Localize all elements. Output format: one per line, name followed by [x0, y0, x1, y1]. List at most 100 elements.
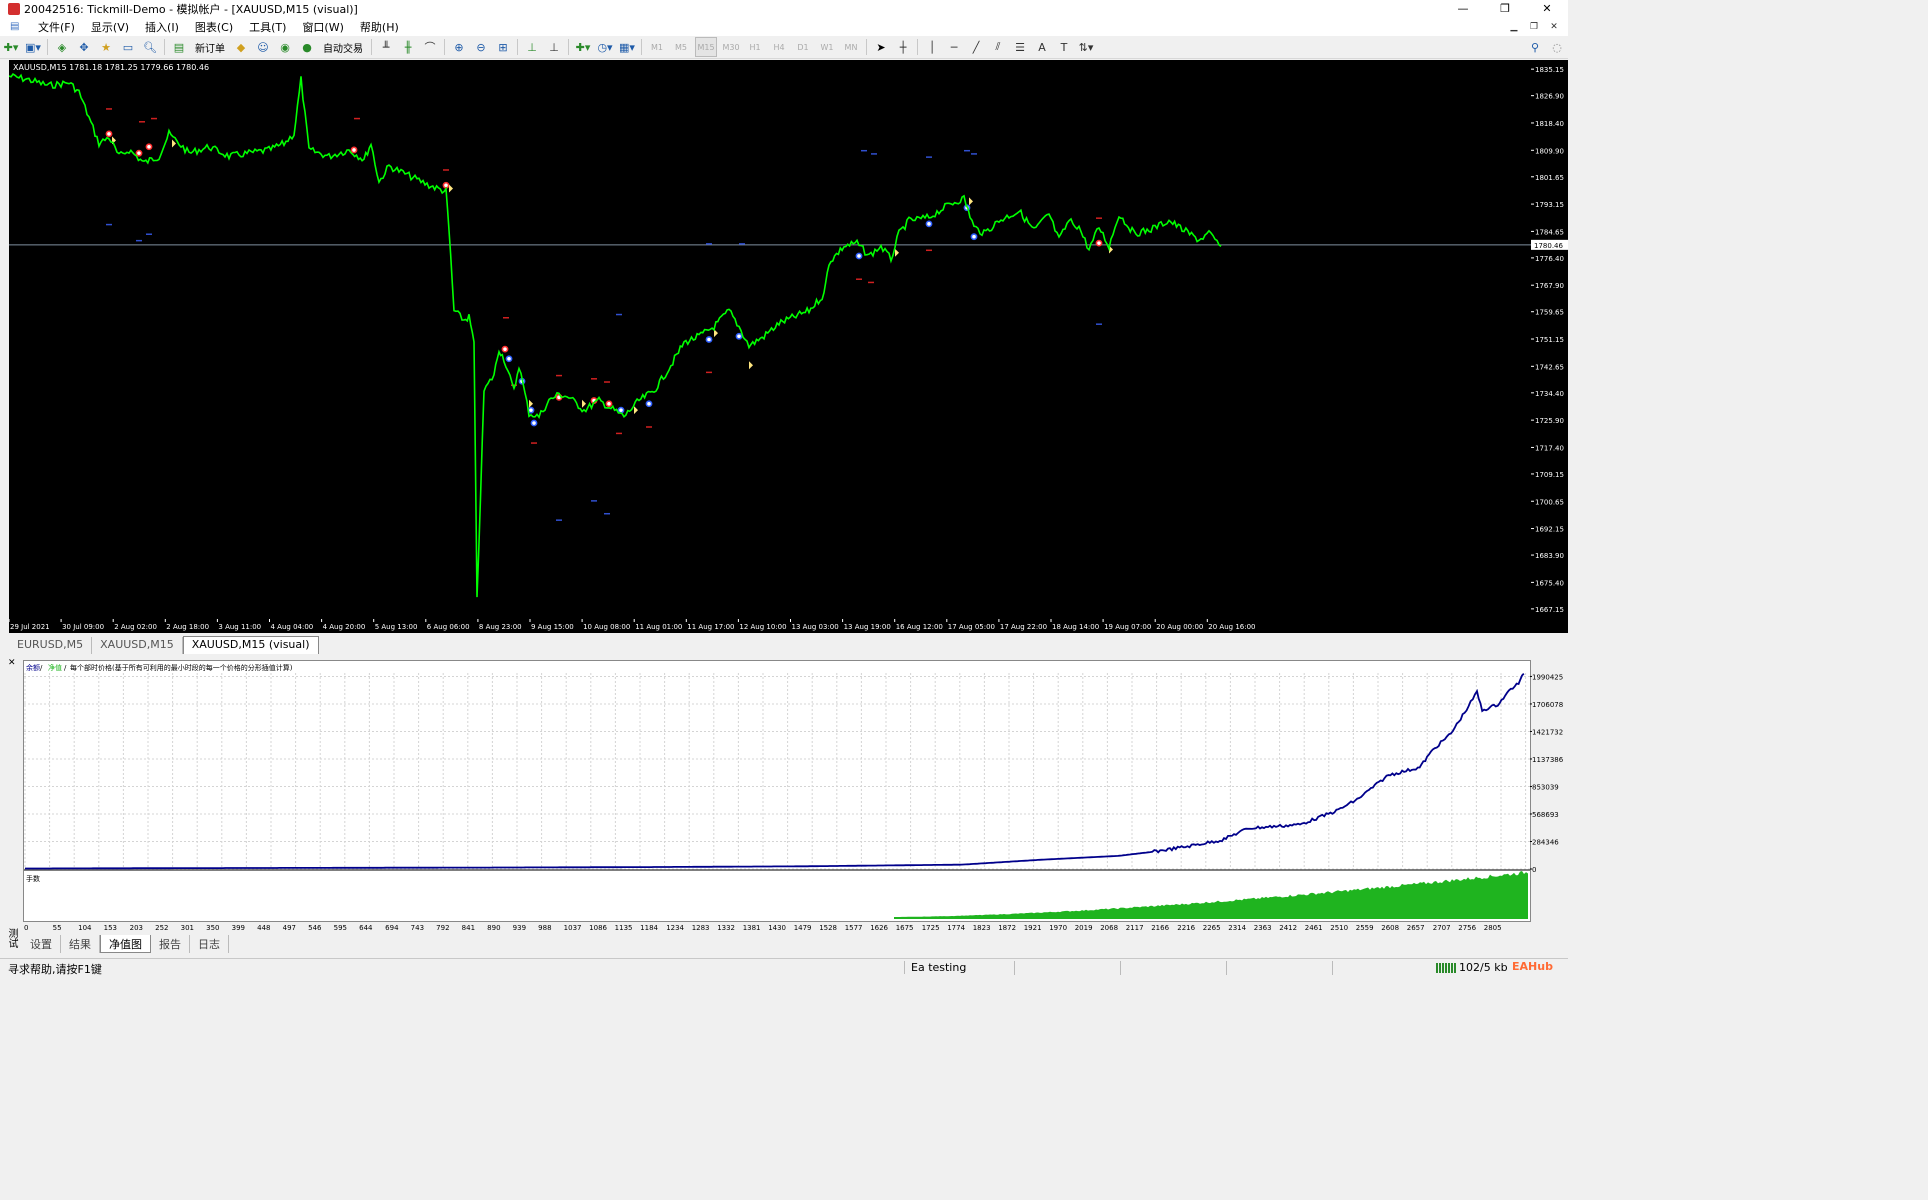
menu-view[interactable]: 显示(V) — [83, 19, 137, 35]
zoom-in-icon[interactable]: ⊕ — [450, 38, 468, 56]
equity-x-tick-label: 546 — [308, 924, 322, 932]
bar-chart-icon[interactable]: ╨ — [377, 38, 395, 56]
channel-icon[interactable]: ⫽ — [989, 38, 1007, 56]
period-h4-button[interactable]: H4 — [769, 38, 789, 56]
menu-window[interactable]: 窗口(W) — [294, 19, 351, 35]
mdi-controls: ▁ ❐ ✕ — [1504, 18, 1564, 36]
profiles-icon[interactable]: ▣▾ — [24, 38, 42, 56]
line-chart-icon[interactable]: ⌒ — [421, 38, 439, 56]
buy-trade-marker — [855, 252, 863, 260]
tester-label: 测试 — [6, 928, 17, 948]
mdi-close-button[interactable]: ✕ — [1544, 18, 1564, 36]
trade-close-marker — [749, 361, 753, 370]
menu-insert[interactable]: 插入(I) — [137, 19, 187, 35]
period-m1-button[interactable]: M1 — [647, 38, 667, 56]
equity-x-tick-label: 2363 — [1254, 924, 1272, 932]
period-m15-button[interactable]: M15 — [695, 37, 717, 57]
equity-x-tick-label: 694 — [385, 924, 399, 932]
menu-charts[interactable]: 图表(C) — [187, 19, 241, 35]
cursor-icon[interactable]: ➤ — [872, 38, 890, 56]
tab-results[interactable]: 结果 — [61, 935, 100, 953]
crosshair-icon[interactable]: ┼ — [894, 38, 912, 56]
equity-graph[interactable]: 余额 / 净值 / 每个部时价格(基于所有可利用的最小时段的每一个价格的分形插值… — [23, 660, 1531, 922]
traffic-text: 102/5 kb — [1459, 961, 1508, 974]
periods-icon[interactable]: ◷▾ — [596, 38, 614, 56]
period-d1-button[interactable]: D1 — [793, 38, 813, 56]
menu-file[interactable]: 文件(F) — [30, 19, 83, 35]
equity-x-tick-label: 252 — [155, 924, 168, 932]
sell-trade-marker — [605, 400, 613, 408]
tile-windows-icon[interactable]: ⊞ — [494, 38, 512, 56]
time-tick-label: 19 Aug 07:00 — [1104, 623, 1151, 631]
tab-equity-graph[interactable]: 净值图 — [100, 935, 151, 953]
period-m30-button[interactable]: M30 — [721, 38, 741, 56]
fibonacci-icon[interactable]: ☰ — [1011, 38, 1029, 56]
templates-icon[interactable]: ▦▾ — [618, 38, 636, 56]
minimize-button[interactable]: — — [1442, 0, 1484, 18]
vertical-line-icon[interactable]: │ — [923, 38, 941, 56]
price-tick-label: 1734.40 — [1535, 390, 1564, 398]
mdi-restore-button[interactable]: ❐ — [1524, 18, 1544, 36]
autoscroll-icon[interactable]: ⊥ — [523, 38, 541, 56]
equity-x-tick-label: 1184 — [640, 924, 658, 932]
equity-x-tick-label: 2756 — [1458, 924, 1476, 932]
period-mn-button[interactable]: MN — [841, 38, 861, 56]
equity-x-tick-label: 841 — [462, 924, 475, 932]
autotrade-button[interactable]: 自动交易 — [320, 38, 366, 56]
period-w1-button[interactable]: W1 — [817, 38, 837, 56]
menu-help[interactable]: 帮助(H) — [352, 19, 407, 35]
price-chart[interactable]: XAUUSD,M15 1781.18 1781.25 1779.66 1780.… — [9, 60, 1531, 619]
tab-eurusd-m5[interactable]: EURUSD,M5 — [9, 637, 93, 654]
metaeditor-icon[interactable]: ◆ — [232, 38, 250, 56]
autotrade-icon[interactable]: ● — [298, 38, 316, 56]
trendline-icon[interactable]: ╱ — [967, 38, 985, 56]
terminal-icon[interactable]: ▭ — [119, 38, 137, 56]
navigator-icon[interactable]: ★ — [97, 38, 115, 56]
new-chart-icon[interactable]: ✚▾ — [2, 38, 20, 56]
period-h1-button[interactable]: H1 — [745, 38, 765, 56]
signals-icon[interactable]: ◉ — [276, 38, 294, 56]
trade-close-marker — [969, 197, 973, 206]
tab-xauusd-m15-visual[interactable]: XAUUSD,M15 (visual) — [182, 636, 319, 654]
period-m5-button[interactable]: M5 — [671, 38, 691, 56]
equity-x-tick-label: 1872 — [998, 924, 1016, 932]
indicators-icon[interactable]: ✚▾ — [574, 38, 592, 56]
close-icon[interactable]: ✕ — [8, 658, 16, 668]
current-price-label: 1780.46 — [1534, 242, 1563, 250]
time-tick-label: 16 Aug 12:00 — [896, 623, 943, 631]
chat-icon[interactable]: ◌ — [1548, 38, 1566, 56]
time-tick-label: 13 Aug 19:00 — [844, 623, 891, 631]
maximize-button[interactable]: ❐ — [1484, 0, 1526, 18]
text-label-icon[interactable]: T — [1055, 38, 1073, 56]
search-icon[interactable]: ⚲ — [1526, 38, 1544, 56]
arrows-icon[interactable]: ⇅▾ — [1077, 38, 1095, 56]
menu-tools[interactable]: 工具(T) — [241, 19, 294, 35]
new-order-button[interactable]: 新订单 — [192, 38, 228, 56]
order-level-dash — [151, 117, 157, 120]
order-level-dash — [856, 278, 862, 280]
tab-journal[interactable]: 日志 — [190, 935, 229, 953]
candlestick-icon[interactable]: ╫ — [399, 38, 417, 56]
text-icon[interactable]: A — [1033, 38, 1051, 56]
toolbar-separator — [641, 39, 642, 55]
order-level-dash — [871, 153, 877, 155]
tab-report[interactable]: 报告 — [151, 935, 190, 953]
time-tick-label: 13 Aug 03:00 — [792, 623, 839, 631]
zoom-out-icon[interactable]: ⊖ — [472, 38, 490, 56]
document-icon[interactable]: ▤ — [10, 21, 22, 33]
mdi-minimize-button[interactable]: ▁ — [1504, 18, 1524, 36]
sell-trade-marker — [442, 181, 450, 189]
tab-settings[interactable]: 设置 — [22, 935, 61, 953]
tab-xauusd-m15[interactable]: XAUUSD,M15 — [92, 637, 183, 654]
equity-x-tick-label: 2166 — [1151, 924, 1169, 932]
data-window-icon[interactable]: ✥ — [75, 38, 93, 56]
strategy-tester-icon[interactable]: 🔍︎ — [141, 38, 159, 56]
chart-shift-icon[interactable]: ⊥ — [545, 38, 563, 56]
user-icon[interactable]: ☺ — [254, 38, 272, 56]
new-order-icon[interactable]: ▤ — [170, 38, 188, 56]
close-button[interactable]: ✕ — [1526, 0, 1568, 18]
horizontal-line-icon[interactable]: ─ — [945, 38, 963, 56]
equity-x-tick-label: 2805 — [1484, 924, 1502, 932]
status-bar: 寻求帮助,请按F1键 Ea testing 102/5 kb EAHub — [0, 958, 1568, 977]
market-watch-icon[interactable]: ◈ — [53, 38, 71, 56]
